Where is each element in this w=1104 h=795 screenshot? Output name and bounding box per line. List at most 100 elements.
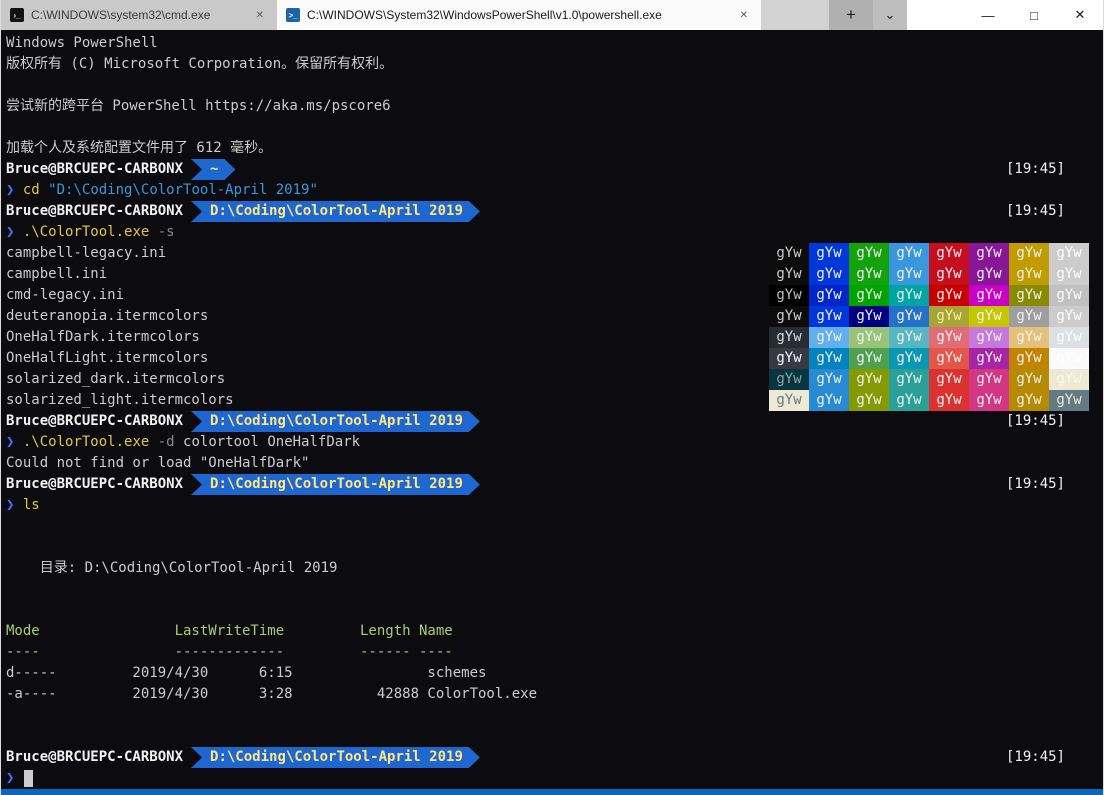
swatch-row: gYwgYwgYwgYwgYwgYwgYwgYw xyxy=(769,243,1089,264)
swatch-cell: gYw xyxy=(1009,264,1049,285)
swatch-cell: gYw xyxy=(769,306,809,327)
swatch-cell: gYw xyxy=(809,285,849,306)
swatch-cell: gYw xyxy=(769,348,809,369)
swatch-cell: gYw xyxy=(809,264,849,285)
swatch-cell: gYw xyxy=(929,348,969,369)
scheme-row: cmd-legacy.inigYwgYwgYwgYwgYwgYwgYwgYw xyxy=(6,285,1103,306)
command-colortool: .\ColorTool.exe xyxy=(23,224,149,240)
table-row: d----- 2019/4/30 6:15 schemes xyxy=(6,663,1103,684)
command-flag-d: -d xyxy=(158,434,175,450)
table-header-underline: ---- ------------- ------ ---- xyxy=(6,642,1103,663)
prompt-path: D:\Coding\ColorTool-April 2019 xyxy=(210,476,463,492)
swatch-cell: gYw xyxy=(929,264,969,285)
swatch-cell: gYw xyxy=(1009,306,1049,327)
tab-powershell[interactable]: >_ C:\WINDOWS\System32\WindowsPowerShell… xyxy=(277,0,761,30)
prompt-username: Bruce@BRCUEPC-CARBONX xyxy=(6,411,183,432)
swatch-cell: gYw xyxy=(1049,306,1089,327)
powershell-icon: >_ xyxy=(286,8,300,22)
swatch-cell: gYw xyxy=(769,327,809,348)
swatch-cell: gYw xyxy=(889,348,929,369)
scheme-filename: solarized_light.itermcolors xyxy=(6,390,234,411)
command-cd: cd xyxy=(23,182,40,198)
swatch-cell: gYw xyxy=(969,348,1009,369)
tab-cmd[interactable]: ›_ C:\WINDOWS\system32\cmd.exe ✕ xyxy=(1,0,277,30)
blank-line xyxy=(6,516,1103,537)
swatch-cell: gYw xyxy=(1049,264,1089,285)
tab-strip-gap xyxy=(761,0,829,30)
scheme-filename: campbell-legacy.ini xyxy=(6,243,166,264)
swatch-cell: gYw xyxy=(769,390,809,411)
scheme-row: deuteranopia.itermcolorsgYwgYwgYwgYwgYwg… xyxy=(6,306,1103,327)
scheme-row: solarized_light.itermcolorsgYwgYwgYwgYwg… xyxy=(6,390,1103,411)
prompt-username: Bruce@BRCUEPC-CARBONX xyxy=(6,159,183,180)
prompt-chevron-icon: ❯ xyxy=(6,182,14,198)
scheme-filename: OneHalfLight.itermcolors xyxy=(6,348,208,369)
clock-badge: [19:45] xyxy=(1006,411,1103,432)
scheme-filename: solarized_dark.itermcolors xyxy=(6,369,225,390)
prompt-line: Bruce@BRCUEPC-CARBONX D:\Coding\ColorTool… xyxy=(6,411,1103,432)
swatch-cell: gYw xyxy=(769,243,809,264)
prompt-path-segment: D:\Coding\ColorTool-April 2019 xyxy=(191,747,480,768)
swatch-row: gYwgYwgYwgYwgYwgYwgYwgYw xyxy=(769,285,1089,306)
prompt-chevron-icon: ❯ xyxy=(6,770,14,786)
clock-badge: [19:45] xyxy=(1006,747,1103,768)
close-button[interactable]: ✕ xyxy=(1057,0,1103,30)
input-line[interactable]: ❯ xyxy=(6,768,1103,789)
prompt-line: Bruce@BRCUEPC-CARBONXD:\Coding\ColorTool… xyxy=(6,474,1103,495)
swatch-cell: gYw xyxy=(969,285,1009,306)
scheme-row: OneHalfLight.itermcolorsgYwgYwgYwgYwgYwg… xyxy=(6,348,1103,369)
scheme-row: campbell.inigYwgYwgYwgYwgYwgYwgYwgYw xyxy=(6,264,1103,285)
clock-badge: [19:45] xyxy=(1006,474,1103,495)
blank-line xyxy=(6,600,1103,621)
swatch-cell: gYw xyxy=(929,285,969,306)
clock-badge: [19:45] xyxy=(1006,159,1103,180)
command-line: ❯ cd "D:\Coding\ColorTool-April 2019" xyxy=(6,180,1103,201)
swatch-cell: gYw xyxy=(1049,369,1089,390)
cmd-icon: ›_ xyxy=(10,8,24,22)
prompt-username: Bruce@BRCUEPC-CARBONX xyxy=(6,747,183,768)
banner-line: Windows PowerShell xyxy=(6,33,1103,54)
tab-powershell-close-icon[interactable]: ✕ xyxy=(736,8,752,23)
tab-dropdown-button[interactable]: ⌄ xyxy=(873,0,907,30)
swatch-cell: gYw xyxy=(1009,348,1049,369)
tab-cmd-close-icon[interactable]: ✕ xyxy=(252,8,268,23)
swatch-cell: gYw xyxy=(809,327,849,348)
swatch-cell: gYw xyxy=(809,348,849,369)
scheme-row: campbell-legacy.inigYwgYwgYwgYwgYwgYwgYw… xyxy=(6,243,1103,264)
minimize-button[interactable]: — xyxy=(965,0,1011,30)
prompt-path: D:\Coding\ColorTool-April 2019 xyxy=(210,203,463,219)
prompt-home: ~ xyxy=(210,161,218,177)
terminal-pane[interactable]: Windows PowerShell 版权所有 (C) Microsoft Co… xyxy=(1,30,1103,789)
swatch-cell: gYw xyxy=(1009,390,1049,411)
swatch-row: gYwgYwgYwgYwgYwgYwgYwgYw xyxy=(769,306,1089,327)
swatch-cell: gYw xyxy=(849,306,889,327)
swatch-cell: gYw xyxy=(849,348,889,369)
swatch-cell: gYw xyxy=(1009,327,1049,348)
swatch-cell: gYw xyxy=(929,369,969,390)
swatch-cell: gYw xyxy=(969,327,1009,348)
new-tab-button[interactable]: + xyxy=(829,0,873,30)
swatch-cell: gYw xyxy=(809,369,849,390)
blank-line xyxy=(6,705,1103,726)
error-output: Could not find or load "OneHalfDark" xyxy=(6,453,1103,474)
blank-line xyxy=(6,75,1103,96)
scheme-row: OneHalfDark.itermcolorsgYwgYwgYwgYwgYwgY… xyxy=(6,327,1103,348)
swatch-cell: gYw xyxy=(1009,369,1049,390)
directory-label: 目录: D:\Coding\ColorTool-April 2019 xyxy=(6,558,1103,579)
tab-strip: ›_ C:\WINDOWS\system32\cmd.exe ✕ >_ C:\W… xyxy=(1,0,907,30)
prompt-path: D:\Coding\ColorTool-April 2019 xyxy=(210,413,463,429)
swatch-cell: gYw xyxy=(929,306,969,327)
swatch-cell: gYw xyxy=(1049,243,1089,264)
swatch-cell: gYw xyxy=(889,243,929,264)
swatch-cell: gYw xyxy=(889,390,929,411)
maximize-button[interactable]: □ xyxy=(1011,0,1057,30)
blank-line xyxy=(6,726,1103,747)
swatch-cell: gYw xyxy=(1049,390,1089,411)
tab-powershell-title: C:\WINDOWS\System32\WindowsPowerShell\v1… xyxy=(307,8,729,22)
swatch-cell: gYw xyxy=(1009,243,1049,264)
swatch-cell: gYw xyxy=(809,390,849,411)
prompt-line: Bruce@BRCUEPC-CARBONXD:\Coding\ColorTool… xyxy=(6,201,1103,222)
clock-badge: [19:45] xyxy=(1006,201,1103,222)
command-args: colortool OneHalfDark xyxy=(183,434,360,450)
blank-line xyxy=(6,537,1103,558)
